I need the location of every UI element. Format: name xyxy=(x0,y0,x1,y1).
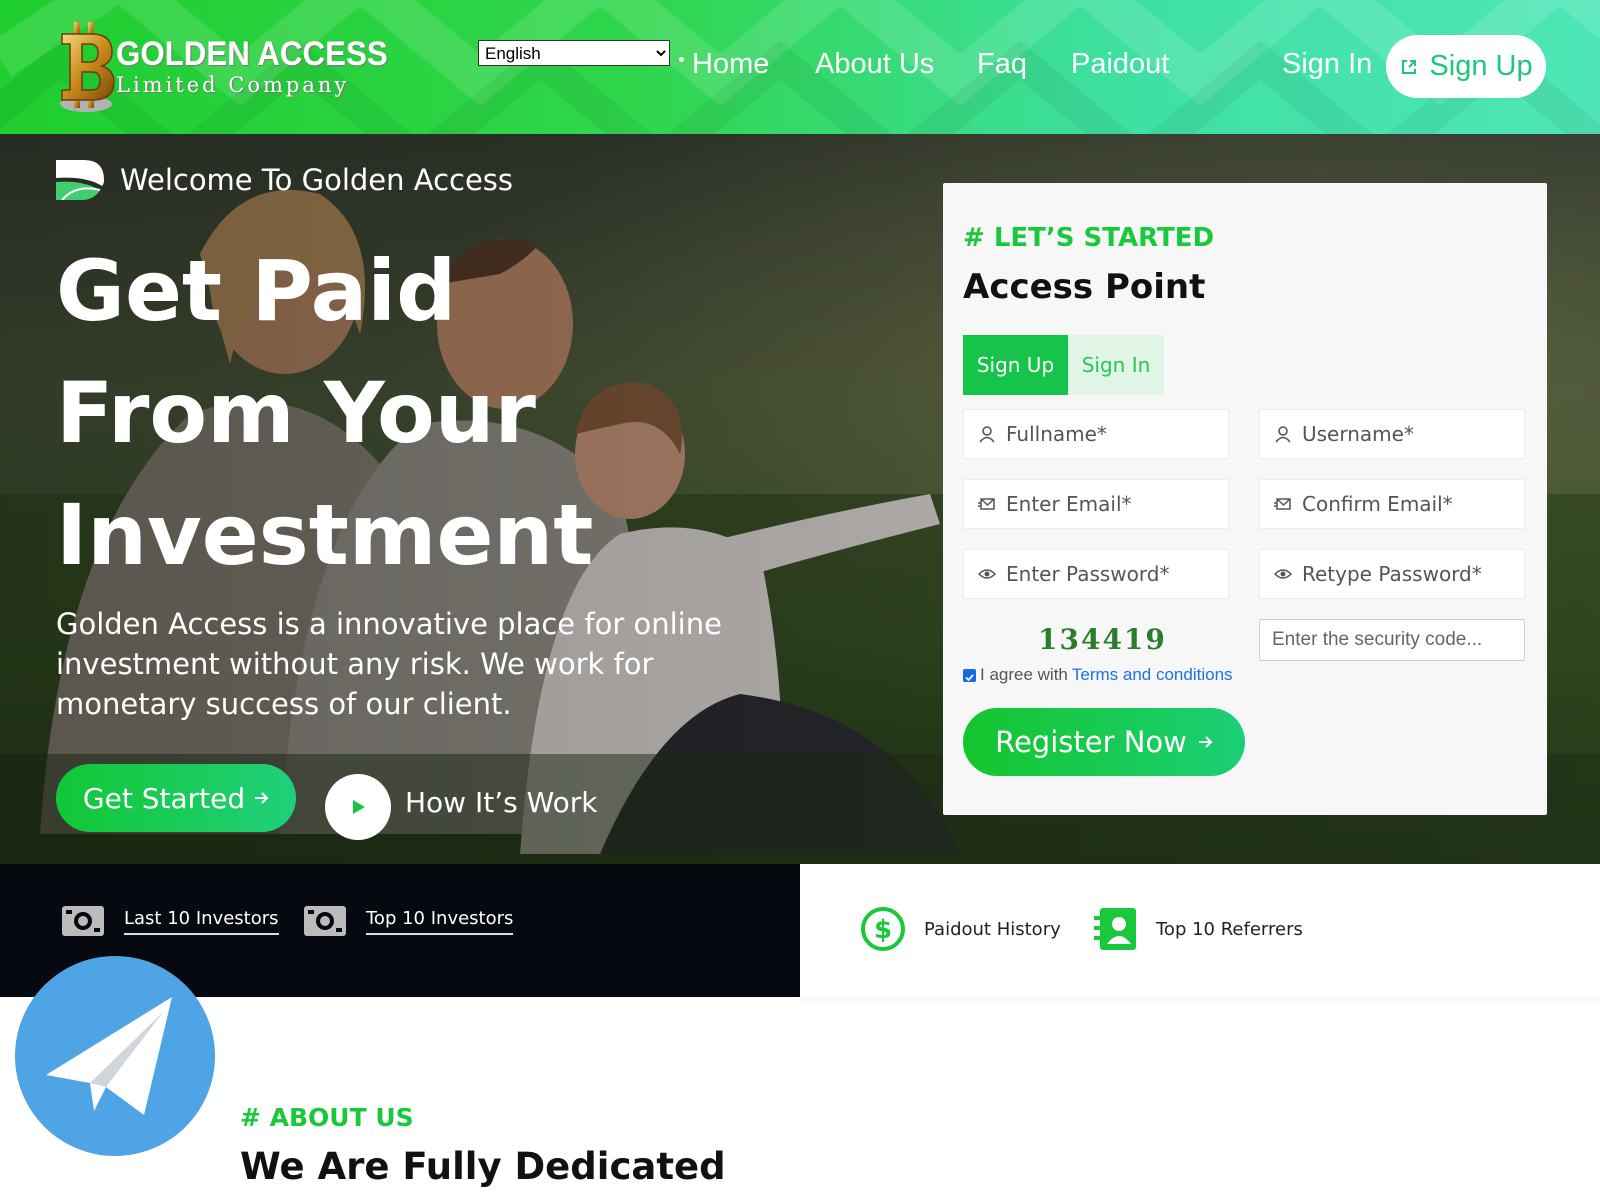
terms-agreement: I agree with Terms and conditions xyxy=(963,665,1233,685)
hero-title-line: Investment xyxy=(56,486,594,584)
page: GOLDEN ACCESS Limited Company English Ho… xyxy=(0,0,1600,1200)
arrow-right-icon xyxy=(255,792,269,804)
nav-faq[interactable]: Faq xyxy=(977,48,1027,81)
sign-in-link[interactable]: Sign In xyxy=(1282,48,1372,81)
language-select[interactable]: English xyxy=(478,40,670,66)
play-video-button[interactable] xyxy=(325,774,391,840)
last-investors-link[interactable]: Last 10 Investors xyxy=(60,902,279,940)
paidout-history-link[interactable]: $ Paidout History xyxy=(860,906,1061,952)
get-started-button[interactable]: Get Started xyxy=(56,764,296,832)
email-field[interactable]: Enter Email* xyxy=(963,479,1229,529)
nav-about-us[interactable]: About Us xyxy=(815,48,934,81)
play-icon xyxy=(353,800,365,814)
hero-title-line: From Your xyxy=(56,364,536,462)
top-investors-label: Top 10 Investors xyxy=(366,908,514,935)
leaf-logo-icon xyxy=(56,160,104,200)
site-logo[interactable]: GOLDEN ACCESS Limited Company xyxy=(56,18,411,114)
agree-text: I agree with xyxy=(980,665,1068,684)
card-tagline: # LET’S STARTED xyxy=(963,223,1215,253)
security-code-input[interactable]: Enter the security code... xyxy=(1259,619,1525,661)
retype-password-placeholder: Retype Password* xyxy=(1302,562,1482,586)
email-icon xyxy=(1274,498,1291,510)
dollar-circle-icon: $ xyxy=(861,907,905,951)
welcome-text: Welcome To Golden Access xyxy=(120,163,514,197)
eye-icon xyxy=(978,569,996,579)
eye-icon xyxy=(1274,569,1292,579)
tab-sign-in[interactable]: Sign In xyxy=(1068,335,1164,395)
hero-title-line: Get Paid xyxy=(56,242,457,340)
confirm-email-placeholder: Confirm Email* xyxy=(1302,492,1453,516)
email-placeholder: Enter Email* xyxy=(1006,492,1132,516)
site-header: GOLDEN ACCESS Limited Company English Ho… xyxy=(0,0,1600,134)
money-icon xyxy=(304,906,346,936)
captcha-code: 134419 xyxy=(1038,623,1167,656)
paidout-history-label: Paidout History xyxy=(924,918,1061,940)
logo-title: GOLDEN ACCESS xyxy=(116,35,388,73)
hero-title: Get Paid From Your Investment xyxy=(56,230,816,596)
welcome-heading: Welcome To Golden Access xyxy=(56,160,513,200)
email-icon xyxy=(978,498,995,510)
logo-text: GOLDEN ACCESS Limited Company xyxy=(116,35,411,97)
confirm-email-field[interactable]: Confirm Email* xyxy=(1259,479,1525,529)
sign-up-label: Sign Up xyxy=(1429,50,1533,82)
retype-password-field[interactable]: Retype Password* xyxy=(1259,549,1525,599)
top-referrers-label: Top 10 Referrers xyxy=(1156,918,1303,940)
bitcoin-logo-icon xyxy=(60,22,115,112)
external-link-icon xyxy=(1402,59,1417,74)
checkmark-icon xyxy=(965,673,974,681)
top-referrers-link[interactable]: Top 10 Referrers xyxy=(1092,906,1303,952)
get-started-label: Get Started xyxy=(82,781,246,815)
contact-book-icon xyxy=(1094,908,1136,950)
password-placeholder: Enter Password* xyxy=(1006,562,1170,586)
register-now-button[interactable]: Register Now xyxy=(963,708,1245,776)
sign-up-button[interactable]: Sign Up xyxy=(1386,35,1546,98)
username-field[interactable]: Username* xyxy=(1259,409,1525,459)
user-icon xyxy=(979,426,995,443)
username-placeholder: Username* xyxy=(1302,422,1414,446)
security-code-placeholder: Enter the security code... xyxy=(1272,629,1483,650)
svg-text:$: $ xyxy=(874,915,892,945)
telegram-icon[interactable] xyxy=(14,955,216,1157)
nav-paidout[interactable]: Paidout xyxy=(1071,48,1169,81)
hero-description: Golden Access is a innovative place for … xyxy=(56,607,722,721)
terms-link[interactable]: Terms and conditions xyxy=(1072,665,1233,685)
fullname-placeholder: Fullname* xyxy=(1006,422,1107,446)
top-investors-link[interactable]: Top 10 Investors xyxy=(302,902,514,940)
last-investors-label: Last 10 Investors xyxy=(124,908,279,935)
logo-subtitle: Limited Company xyxy=(116,73,350,97)
arrow-right-icon xyxy=(1198,736,1213,748)
fullname-field[interactable]: Fullname* xyxy=(963,409,1229,459)
nav-bullet xyxy=(679,57,684,62)
nav-home[interactable]: Home xyxy=(692,48,769,81)
how-it-works-link[interactable]: How It’s Work xyxy=(405,786,598,819)
register-label: Register Now xyxy=(995,725,1187,759)
about-tagline: # ABOUT US xyxy=(240,1103,414,1132)
terms-checkbox[interactable] xyxy=(963,668,976,682)
card-title: Access Point xyxy=(963,267,1206,307)
user-icon xyxy=(1275,426,1291,443)
password-field[interactable]: Enter Password* xyxy=(963,549,1229,599)
signup-card: # LET’S STARTED Access Point Sign Up Sig… xyxy=(943,183,1547,815)
tab-sign-up[interactable]: Sign Up xyxy=(963,335,1068,395)
money-icon xyxy=(62,906,104,936)
about-title: We Are Fully Dedicated xyxy=(240,1145,726,1188)
history-bar: $ Paidout History Top 10 Referrers xyxy=(800,864,1600,997)
